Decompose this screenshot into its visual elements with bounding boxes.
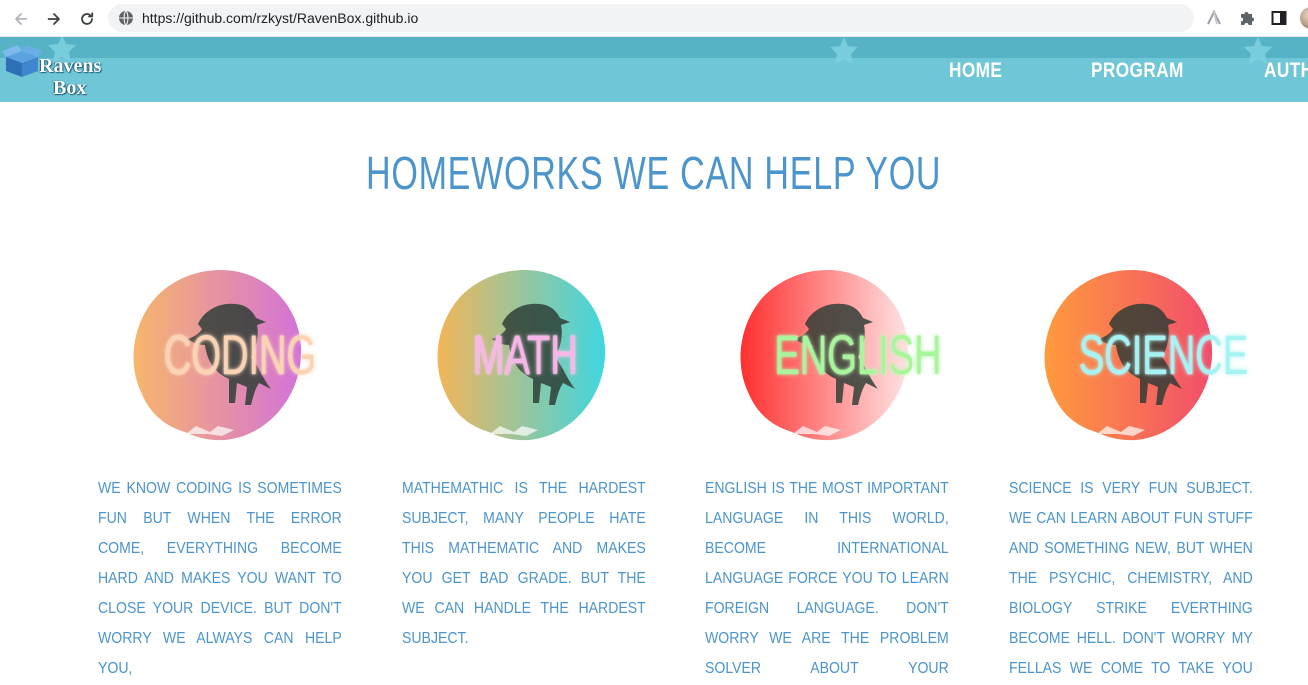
subject-label: MATH (472, 323, 578, 386)
reload-button[interactable] (74, 6, 100, 32)
subject-label: ENGLISH (774, 323, 942, 386)
nav-author-link[interactable]: AUTH (1264, 59, 1308, 83)
browser-toolbar: https://github.com/rzkyst/RavenBox.githu… (0, 0, 1308, 37)
subject-description: Mathemathic is the hardest subject, many… (402, 480, 646, 647)
reload-icon (81, 12, 94, 25)
page-title: HOMEWORKS WE CAN HELP YOU (366, 147, 942, 199)
nav-home-link[interactable]: HOME (949, 59, 1002, 83)
nav-program-link[interactable]: PROGRAM (1091, 59, 1184, 83)
address-bar[interactable]: https://github.com/rzkyst/RavenBox.githu… (108, 4, 1194, 32)
star-decoration-icon (830, 37, 858, 64)
subject-badge[interactable]: MATH (432, 264, 618, 450)
logo-text-line1: Ravens (39, 55, 102, 77)
subject-description: We know coding is sometimes fun but when… (98, 480, 342, 677)
site-logo[interactable]: Ravens Box (0, 37, 110, 102)
globe-icon (119, 10, 133, 26)
back-arrow-icon (15, 13, 28, 25)
profile-avatar[interactable] (1300, 7, 1308, 29)
forward-arrow-icon (47, 13, 60, 25)
box-logo-icon (2, 45, 42, 77)
subject-badge[interactable]: CODING (128, 264, 317, 450)
forward-button[interactable] (41, 6, 67, 32)
back-button[interactable] (8, 6, 34, 32)
subject-description: Science is very fun subject. we can lear… (1009, 480, 1253, 677)
subject-badge[interactable]: ENGLISH (735, 264, 942, 450)
site-header: Ravens Box HOME PROGRAM AUTH (0, 37, 1308, 102)
subject-label: CODING (163, 323, 317, 386)
logo-text-line2: Box (53, 77, 87, 99)
subject-label: SCIENCE (1078, 323, 1249, 386)
extension-a-icon[interactable] (1206, 9, 1224, 27)
header-top-band (0, 37, 1308, 58)
puzzle-icon[interactable] (1238, 9, 1256, 27)
url-text: https://github.com/rzkyst/RavenBox.githu… (142, 10, 419, 26)
side-panel-icon[interactable] (1270, 9, 1288, 27)
subject-description: English is the most important language i… (705, 480, 949, 677)
subject-badge[interactable]: SCIENCE (1039, 264, 1249, 450)
